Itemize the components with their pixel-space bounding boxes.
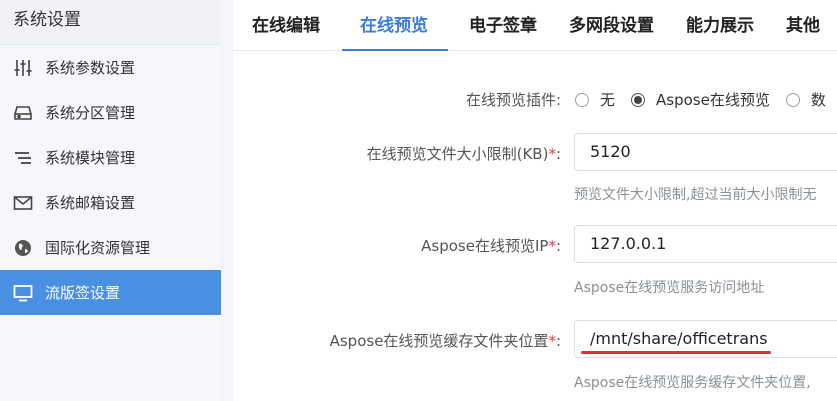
sidebar-item-modules[interactable]: 系统模块管理 <box>0 135 221 180</box>
plugin-option-none[interactable]: 无 <box>575 89 615 110</box>
sidebar: 系统设置 系统参数设置 系统分区管理 系统模块管理 系统邮箱设置 国际化资源管理… <box>0 0 221 401</box>
globe-icon <box>12 237 34 259</box>
plugin-option-other[interactable]: 数 <box>785 89 826 110</box>
tab-other[interactable]: 其他 <box>786 11 820 50</box>
sidebar-item-label: 系统模块管理 <box>45 149 136 167</box>
plugin-radio-group: 无 Aspose在线预览 数 <box>575 89 837 110</box>
size-limit-input[interactable]: 5120 <box>574 133 837 171</box>
radio-checked-icon <box>631 92 646 107</box>
cache-dir-label: Aspose在线预览缓存文件夹位置*: <box>329 332 561 350</box>
tab-online-edit[interactable]: 在线编辑 <box>252 11 320 50</box>
monitor-icon <box>12 282 34 304</box>
plugin-option-aspose[interactable]: Aspose在线预览 <box>631 89 770 110</box>
sidebar-title: 系统设置 <box>0 0 221 45</box>
sidebar-item-layout-sign[interactable]: 流版签设置 <box>0 270 221 315</box>
main-panel: 在线编辑 在线预览 电子签章 多网段设置 能力展示 其他 在线预览插件: 无 A… <box>233 0 837 401</box>
size-limit-label: 在线预览文件大小限制(KB)*: <box>366 145 561 163</box>
sidebar-item-mail[interactable]: 系统邮箱设置 <box>0 180 221 225</box>
plugin-label: 在线预览插件: <box>465 91 561 109</box>
radio-unchecked-icon <box>785 92 800 107</box>
sidebar-item-system-params[interactable]: 系统参数设置 <box>0 45 221 90</box>
tab-e-signature[interactable]: 电子签章 <box>469 11 537 50</box>
tab-multi-network[interactable]: 多网段设置 <box>569 11 654 50</box>
sidebar-item-label: 流版签设置 <box>45 284 121 302</box>
tab-online-preview[interactable]: 在线预览 <box>342 11 448 51</box>
sidebar-item-partition[interactable]: 系统分区管理 <box>0 90 221 135</box>
radio-label: 数 <box>810 91 826 109</box>
sidebar-item-label: 国际化资源管理 <box>45 239 151 257</box>
size-limit-hint: 预览文件大小限制,超过当前大小限制无 <box>574 187 817 203</box>
tab-capability[interactable]: 能力展示 <box>686 11 754 50</box>
radio-label: Aspose在线预览 <box>656 91 770 109</box>
mail-icon <box>12 192 34 214</box>
sidebar-item-label: 系统分区管理 <box>45 104 136 122</box>
radio-unchecked-icon <box>575 92 589 107</box>
radio-label: 无 <box>600 91 616 109</box>
aspose-ip-hint: Aspose在线预览服务访问地址 <box>574 280 765 296</box>
list-icon <box>12 147 34 169</box>
sliders-icon <box>12 57 34 79</box>
highlight-underline <box>581 351 771 354</box>
hard-drive-icon <box>12 102 34 124</box>
aspose-ip-input[interactable]: 127.0.0.1 <box>574 225 837 263</box>
aspose-ip-label: Aspose在线预览IP*: <box>421 237 561 255</box>
sidebar-item-i18n[interactable]: 国际化资源管理 <box>0 225 221 270</box>
tab-bar: 在线编辑 在线预览 电子签章 多网段设置 能力展示 其他 <box>233 0 837 51</box>
sidebar-item-label: 系统邮箱设置 <box>45 194 136 212</box>
sidebar-item-label: 系统参数设置 <box>45 59 136 77</box>
cache-dir-hint: Aspose在线预览服务缓存文件夹位置, <box>574 375 811 391</box>
